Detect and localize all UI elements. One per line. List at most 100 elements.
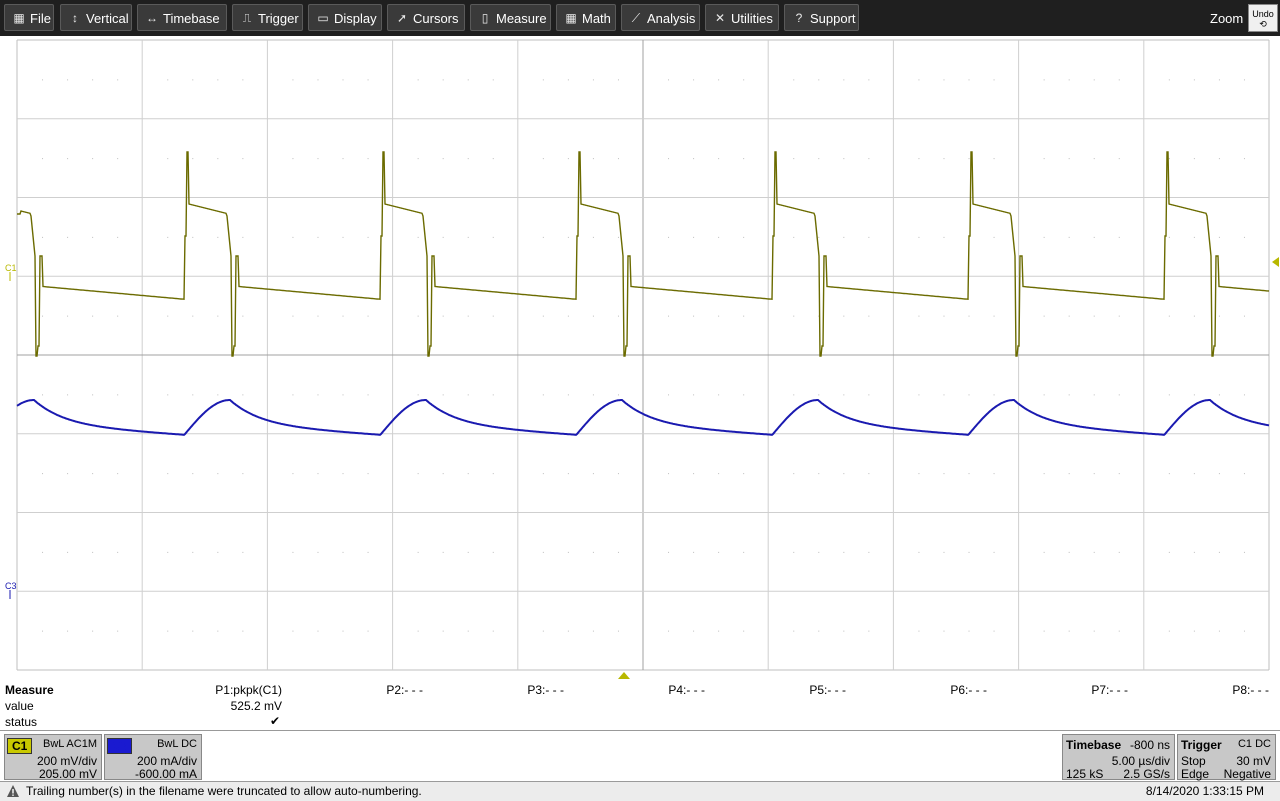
zoom-button[interactable]: Zoom bbox=[1210, 0, 1243, 36]
grid-dot bbox=[117, 79, 119, 81]
grid-dot bbox=[1118, 158, 1120, 160]
grid-dot bbox=[1068, 473, 1070, 475]
menu-display-label: Display bbox=[334, 11, 377, 26]
grid-dot bbox=[918, 551, 920, 553]
menu-cursors[interactable]: ➚ Cursors bbox=[387, 4, 465, 31]
menu-support[interactable]: ? Support bbox=[784, 4, 859, 31]
param-p5-name[interactable]: P5:- - - bbox=[766, 683, 846, 697]
menu-display[interactable]: ▭ Display bbox=[308, 4, 382, 31]
c3-coupling: BwL DC bbox=[157, 738, 197, 750]
c1-descriptor[interactable]: C1 BwL AC1M 200 mV/div 205.00 mV bbox=[4, 734, 102, 781]
grid-dot bbox=[968, 79, 970, 81]
timebase-descriptor[interactable]: Timebase -800 ns 5.00 µs/div 125 kS 2.5 … bbox=[1062, 734, 1175, 781]
timebase-rate: 2.5 GS/s bbox=[1123, 767, 1170, 781]
param-p3-name[interactable]: P3:- - - bbox=[484, 683, 564, 697]
grid-dot bbox=[868, 630, 870, 632]
grid-dot bbox=[668, 236, 670, 238]
c1-tag: C1 bbox=[7, 738, 33, 754]
grid-dot bbox=[42, 473, 44, 475]
menu-utilities[interactable]: ✕ Utilities bbox=[705, 4, 779, 31]
grid-dot bbox=[442, 630, 444, 632]
grid-dot bbox=[367, 158, 369, 160]
trigger-slope: Negative bbox=[1223, 767, 1271, 781]
grid-dot bbox=[567, 158, 569, 160]
trigger-position-marker[interactable] bbox=[618, 672, 630, 680]
grid-dot bbox=[167, 630, 169, 632]
grid-dot bbox=[843, 236, 845, 238]
grid-dot bbox=[192, 79, 194, 81]
param-p4-name[interactable]: P4:- - - bbox=[625, 683, 705, 697]
grid-dot bbox=[592, 551, 594, 553]
grid-dot bbox=[167, 158, 169, 160]
c3-descriptor[interactable]: C3 BwL DC 200 mA/div -600.00 mA bbox=[104, 734, 202, 781]
param-p7-name[interactable]: P7:- - - bbox=[1048, 683, 1128, 697]
grid-dot bbox=[492, 236, 494, 238]
grid-dot bbox=[367, 394, 369, 396]
menu-trigger[interactable]: ⎍ Trigger bbox=[232, 4, 303, 31]
grid-dot bbox=[417, 394, 419, 396]
param-p8-name[interactable]: P8:- - - bbox=[1189, 683, 1269, 697]
grid-dot bbox=[943, 158, 945, 160]
grid-dot bbox=[592, 394, 594, 396]
grid-dot bbox=[342, 630, 344, 632]
grid-dot bbox=[192, 158, 194, 160]
trigger-level-marker[interactable] bbox=[1272, 257, 1279, 267]
grid-dot bbox=[42, 236, 44, 238]
grid-dot bbox=[1043, 158, 1045, 160]
grid-dot bbox=[818, 158, 820, 160]
grid-dot bbox=[1043, 551, 1045, 553]
grid-dot bbox=[1193, 551, 1195, 553]
grid-dot bbox=[693, 79, 695, 81]
grid-dot bbox=[718, 551, 720, 553]
param-p1-name[interactable]: P1:pkpk(C1) bbox=[202, 683, 282, 697]
grid-dot bbox=[592, 473, 594, 475]
grid-dot bbox=[668, 551, 670, 553]
grid-dot bbox=[417, 551, 419, 553]
waveform-grid[interactable]: C1 C3 bbox=[0, 36, 1280, 676]
grid-dot bbox=[567, 551, 569, 553]
grid-dot bbox=[292, 236, 294, 238]
menu-analysis[interactable]: ⟋ Analysis bbox=[621, 4, 700, 31]
grid-dot bbox=[993, 158, 995, 160]
grid-dot bbox=[67, 79, 69, 81]
grid-dot bbox=[42, 630, 44, 632]
menu-math[interactable]: ▦ Math bbox=[556, 4, 616, 31]
grid-dot bbox=[42, 158, 44, 160]
trigger-descriptor[interactable]: Trigger C1 DC Stop 30 mV Edge Negative bbox=[1177, 734, 1276, 781]
grid-dot bbox=[968, 551, 970, 553]
menu-timebase[interactable]: ↔ Timebase bbox=[137, 4, 227, 31]
menu-vertical[interactable]: ↕ Vertical bbox=[60, 4, 132, 31]
grid-dot bbox=[1068, 315, 1070, 317]
grid-dot bbox=[367, 551, 369, 553]
grid-dot bbox=[317, 79, 319, 81]
grid-dot bbox=[1193, 473, 1195, 475]
grid-dot bbox=[117, 473, 119, 475]
grid-dot bbox=[67, 473, 69, 475]
menu-measure[interactable]: ▯ Measure bbox=[470, 4, 551, 31]
grid-dot bbox=[993, 315, 995, 317]
grid-dot bbox=[542, 551, 544, 553]
grid-dot bbox=[718, 630, 720, 632]
grid-dot bbox=[743, 79, 745, 81]
grid-dot bbox=[417, 158, 419, 160]
grid-dot bbox=[367, 315, 369, 317]
grid-dot bbox=[1193, 79, 1195, 81]
grid-dot bbox=[592, 79, 594, 81]
param-p2-name[interactable]: P2:- - - bbox=[343, 683, 423, 697]
menu-file[interactable]: ▦ File bbox=[4, 4, 54, 31]
grid-dot bbox=[793, 551, 795, 553]
grid-dot bbox=[668, 315, 670, 317]
grid-dot bbox=[1193, 315, 1195, 317]
file-icon: ▦ bbox=[13, 11, 25, 25]
param-p6-name[interactable]: P6:- - - bbox=[907, 683, 987, 697]
grid-dot bbox=[943, 630, 945, 632]
grid-dot bbox=[943, 394, 945, 396]
grid-dot bbox=[92, 394, 94, 396]
trigger-source: C1 DC bbox=[1237, 738, 1271, 750]
grid-dot bbox=[492, 158, 494, 160]
grid-dot bbox=[292, 79, 294, 81]
grid-dot bbox=[993, 551, 995, 553]
menu-utilities-label: Utilities bbox=[731, 11, 773, 26]
grid-dot bbox=[117, 551, 119, 553]
undo-button[interactable]: Undo ⟲ bbox=[1248, 4, 1278, 32]
